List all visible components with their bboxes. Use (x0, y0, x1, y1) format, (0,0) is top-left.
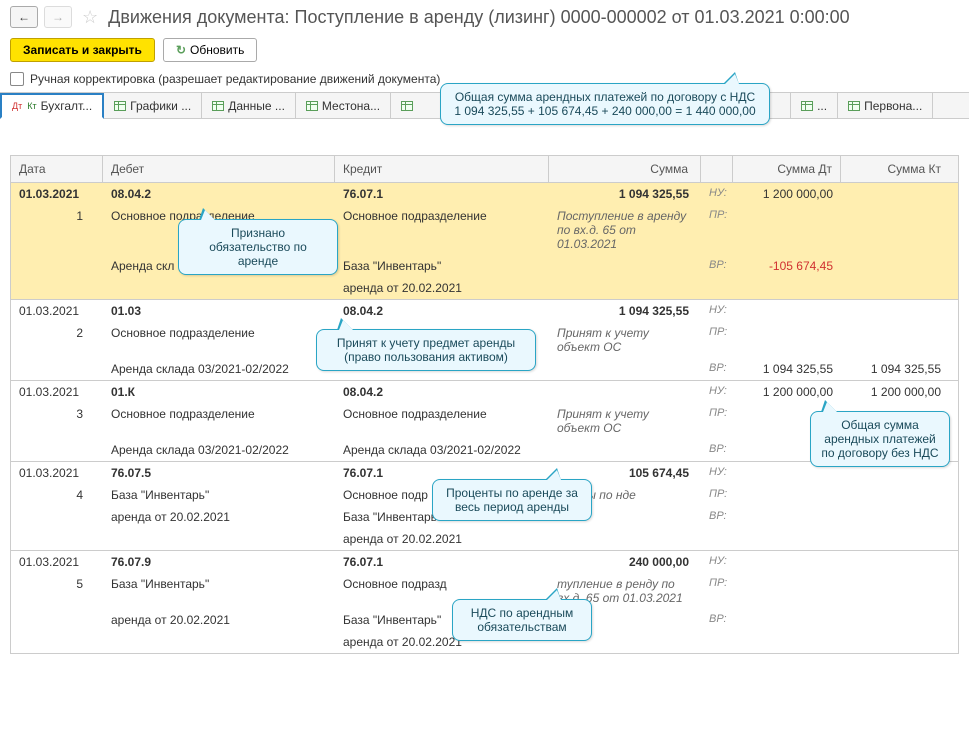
grid-icon (114, 101, 126, 111)
nav-forward-button[interactable]: → (44, 6, 72, 28)
arrow-left-icon: ← (18, 10, 30, 24)
tab-schedules[interactable]: Графики ... (104, 93, 202, 118)
col-sumkt[interactable]: Сумма Кт (841, 156, 949, 182)
tab-data[interactable]: Данные ... (202, 93, 296, 118)
callout-total-no-vat: Общая сумма арендных платежей по договор… (810, 411, 950, 467)
dtkt-icon: Дт Кт (12, 103, 37, 110)
callout-obligation: Признано обязательство по аренде (178, 219, 338, 275)
page-title: Движения документа: Поступление в аренду… (108, 7, 850, 28)
nav-back-button[interactable]: ← (10, 6, 38, 28)
grid-icon (801, 101, 813, 111)
arrow-right-icon: → (52, 10, 64, 24)
tab-location[interactable]: Местона... (296, 93, 391, 118)
table-row[interactable]: 01.03.2021 08.04.2 76.07.1 1 094 325,55 … (10, 183, 959, 300)
refresh-icon: ↻ (176, 43, 186, 57)
favorite-star-icon[interactable]: ☆ (82, 7, 98, 28)
tab-hidden-2[interactable]: ... (791, 93, 838, 118)
tab-accounting[interactable]: Дт Кт Бухгалт... (0, 93, 104, 119)
callout-total-with-vat: Общая сумма арендных платежей по договор… (440, 83, 770, 125)
col-sumdt[interactable]: Сумма Дт (733, 156, 841, 182)
save-close-button[interactable]: Записать и закрыть (10, 38, 155, 62)
col-date[interactable]: Дата (11, 156, 103, 182)
table-header: Дата Дебет Кредит Сумма Сумма Дт Сумма К… (10, 155, 959, 183)
grid-icon (401, 101, 413, 111)
refresh-button[interactable]: ↻ Обновить (163, 38, 257, 62)
col-debit[interactable]: Дебет (103, 156, 335, 182)
callout-interest: Проценты по аренде за весь период аренды (432, 479, 592, 521)
callout-vat: НДС по арендным обязательствам (452, 599, 592, 641)
grid-icon (212, 101, 224, 111)
manual-edit-label: Ручная корректировка (разрешает редактир… (30, 72, 440, 86)
col-credit[interactable]: Кредит (335, 156, 549, 182)
refresh-label: Обновить (190, 43, 244, 57)
manual-edit-checkbox[interactable] (10, 72, 24, 86)
content-area: Общая сумма арендных платежей по договор… (0, 119, 969, 654)
tab-initial[interactable]: Первона... (838, 93, 933, 118)
grid-icon (306, 101, 318, 111)
col-sum[interactable]: Сумма (549, 156, 701, 182)
grid-icon (848, 101, 860, 111)
callout-accepted: Принят к учету предмет аренды (право пол… (316, 329, 536, 371)
